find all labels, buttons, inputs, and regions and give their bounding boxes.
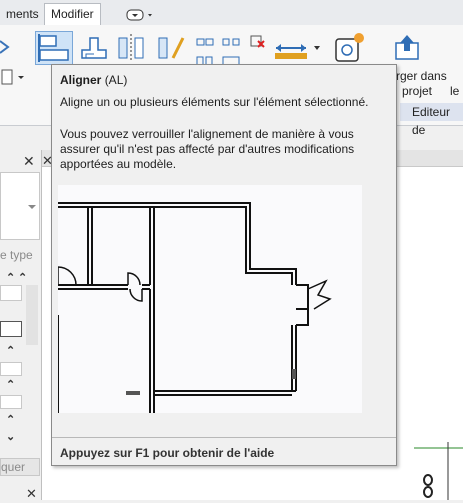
type-selector[interactable] <box>0 172 40 240</box>
tooltip-title: Aligner (AL) <box>60 73 127 87</box>
measure-button[interactable] <box>272 34 322 65</box>
load-into-project-label-2: projet <box>402 84 433 98</box>
property-row[interactable] <box>0 285 22 301</box>
property-row-3[interactable] <box>0 395 22 409</box>
align-icon <box>38 34 69 62</box>
split-element-button[interactable] <box>196 34 214 53</box>
tab-options-dropdown[interactable] <box>124 7 156 23</box>
partial-tool-icon[interactable] <box>0 33 14 66</box>
tooltip-help-hint: Appuyez sur F1 pour obtenir de l'aide <box>60 446 275 460</box>
split-gap-icon <box>222 38 240 46</box>
view-fragment <box>414 440 463 503</box>
tab-modifier[interactable]: Modifier <box>44 3 101 26</box>
mirror-draw-icon <box>158 37 185 59</box>
load-into-project-label-1: rger dans <box>396 69 447 83</box>
tooltip-extended-text: Vous pouvez verrouiller l'alignement de … <box>60 127 355 171</box>
partial-tool-icon-2[interactable] <box>0 68 26 91</box>
tooltip-shortcut: (AL) <box>104 73 128 87</box>
split-gap-button[interactable] <box>222 34 240 53</box>
property-row-selected[interactable] <box>0 321 22 337</box>
ribbon-tabs-bar: ments Modifier <box>0 0 463 26</box>
create-similar-button[interactable] <box>332 31 366 68</box>
mirror-icon <box>118 34 144 62</box>
collapse-icon-2[interactable]: ⌃ <box>6 344 15 357</box>
close-icon[interactable]: ✕ <box>23 153 35 170</box>
collapse-icon-5[interactable]: ⌄ <box>6 430 15 443</box>
edit-type-label[interactable]: e type <box>0 246 40 264</box>
properties-scrollbar[interactable] <box>26 285 38 345</box>
tooltip-separator <box>52 437 396 438</box>
split-icon <box>196 38 214 46</box>
property-row-2[interactable] <box>0 362 22 376</box>
collapse-icon-3[interactable]: ⌃ <box>6 378 15 391</box>
collapse-icon[interactable]: ⌃ <box>6 271 15 284</box>
unpin-icon <box>250 35 265 48</box>
load-into-project-button[interactable] <box>392 31 422 66</box>
measure-icon <box>275 44 320 59</box>
tooltip-command-name: Aligner <box>60 73 102 87</box>
tooltip-description: Aligne un ou plusieurs éléments sur l'él… <box>60 95 369 109</box>
offset-icon <box>81 37 107 59</box>
panel-label-editor: Editeur de <box>400 103 463 137</box>
load-into-project-icon <box>395 35 419 60</box>
mirror-draw-axis-button[interactable] <box>155 32 187 67</box>
create-similar-icon <box>335 33 364 62</box>
collapse-icon-4[interactable]: ⌃ <box>6 413 15 426</box>
apply-button[interactable]: quer <box>0 458 40 476</box>
load-into-project-label-3: le <box>450 84 460 98</box>
tooltip-illustration <box>57 185 362 413</box>
tab-elements[interactable]: ments <box>0 4 45 24</box>
mirror-pick-axis-button[interactable] <box>115 32 147 67</box>
tooltip: Aligner (AL) Aligne un ou plusieurs élém… <box>51 64 397 466</box>
scroll-up-icon[interactable]: ⌃ <box>18 271 27 284</box>
unpin-button[interactable] <box>248 33 266 54</box>
offset-button[interactable] <box>78 32 110 67</box>
align-button[interactable] <box>35 31 73 65</box>
